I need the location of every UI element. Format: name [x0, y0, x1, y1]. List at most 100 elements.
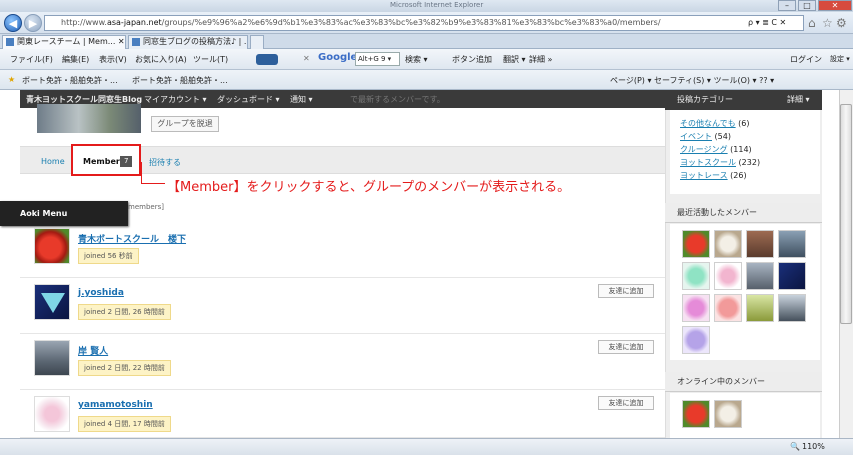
address-controls[interactable]: ρ ▾ ≣ C ✕	[745, 18, 790, 27]
status-bar: 🔍 110%	[0, 438, 853, 455]
member-name[interactable]: 岸 賢人	[78, 344, 108, 357]
add-friend-button[interactable]: 友達に追加	[598, 340, 654, 354]
login-button[interactable]: ログイン	[790, 54, 822, 65]
add-friend-button[interactable]: 友達に追加	[598, 284, 654, 298]
address-domain: asa-japan.net	[106, 18, 162, 27]
more-button[interactable]: 詳細 »	[529, 54, 552, 65]
member-avatar[interactable]	[34, 396, 70, 432]
member-thumbnail[interactable]	[778, 230, 806, 258]
google-search-input[interactable]: Alt+G 9 ▾	[355, 52, 400, 66]
member-thumbnail[interactable]	[746, 294, 774, 322]
member-joined: joined 56 秒前	[78, 248, 139, 264]
command-bar-menus[interactable]: ページ(P) ▾ セーフティ(S) ▾ ツール(O) ▾ ?? ▾	[610, 75, 774, 86]
add-friend-button[interactable]: 友達に追加	[598, 396, 654, 410]
callout-text: 【Member】をクリックすると、グループのメンバーが表示される。	[167, 180, 571, 195]
settings-button[interactable]: 設定 ▾	[830, 54, 850, 64]
member-thumbnail[interactable]	[682, 400, 710, 428]
member-row: 青木ボートスクール 楼下 joined 56 秒前	[20, 222, 665, 278]
category-item[interactable]: ヨットスクール (232)	[680, 157, 760, 168]
member-thumbnail[interactable]	[714, 400, 742, 428]
member-thumbnail[interactable]	[746, 262, 774, 290]
forward-icon[interactable]: ▶	[24, 14, 42, 32]
minimize-button[interactable]: –	[778, 0, 796, 11]
new-tab-button[interactable]	[250, 35, 264, 49]
close-toolbar-icon[interactable]: ✕	[303, 54, 310, 63]
categories-title: 投稿カテゴリー	[677, 95, 733, 104]
category-link[interactable]: クルージング	[680, 145, 728, 154]
member-joined: joined 2 日間, 22 時間前	[78, 360, 171, 376]
member-name[interactable]: 青木ボートスクール 楼下	[78, 232, 186, 245]
member-name[interactable]: yamamotoshin	[78, 400, 153, 410]
favorites-star-icon[interactable]: ★	[8, 75, 15, 84]
member-thumbnail[interactable]	[778, 294, 806, 322]
members-tab[interactable]: Members 7	[71, 144, 141, 176]
address-bar[interactable]: http://www.asa-japan.net/groups/%e9%96%a…	[44, 15, 804, 31]
menu-file[interactable]: ファイル(F)	[10, 54, 53, 65]
translate-button[interactable]: 翻訳 ▾	[503, 54, 526, 65]
category-link[interactable]: その他なんでも	[680, 119, 736, 128]
category-item[interactable]: その他なんでも (6)	[680, 118, 750, 129]
maximize-button[interactable]: □	[798, 0, 816, 11]
callout-connector	[141, 162, 165, 184]
scrollbar-thumb[interactable]	[840, 104, 852, 324]
back-icon[interactable]: ◀	[4, 14, 22, 32]
member-thumbnail[interactable]	[714, 294, 742, 322]
category-item[interactable]: イベント (54)	[680, 131, 731, 142]
member-thumbnail[interactable]	[682, 262, 710, 290]
category-link[interactable]: ヨットレース	[680, 171, 728, 180]
category-count: (114)	[730, 145, 752, 154]
member-row: 岸 賢人 joined 2 日間, 22 時間前 友達に追加	[20, 334, 665, 390]
category-link[interactable]: イベント	[680, 132, 712, 141]
star-icon[interactable]: ☆	[822, 16, 833, 30]
favorite-link-2[interactable]: ボート免許・船舶免許・...	[132, 75, 228, 86]
member-avatar[interactable]	[34, 228, 70, 264]
member-avatar[interactable]	[34, 284, 70, 320]
window-title: Microsoft Internet Explorer	[390, 1, 484, 9]
member-name[interactable]: j.yoshida	[78, 288, 124, 298]
triangle-icon	[41, 293, 65, 313]
window-titlebar: Microsoft Internet Explorer – □ ✕	[0, 0, 853, 12]
tab-label: 関東レースチーム | Mem... ✕	[17, 37, 125, 46]
member-row: j.yoshida joined 2 日間, 26 時間前 友達に追加	[20, 278, 665, 334]
menu-bar: ファイル(F) 編集(E) 表示(V) お気に入り(A) ツール(T) ✕ Go…	[0, 49, 853, 70]
member-thumbnail[interactable]	[682, 294, 710, 322]
favorite-link-1[interactable]: ボート免許・船舶免許・...	[22, 75, 118, 86]
home-link[interactable]: Home	[41, 157, 65, 166]
member-thumbnail[interactable]	[746, 230, 774, 258]
category-item[interactable]: クルージング (114)	[680, 144, 752, 155]
zoom-level[interactable]: 110%	[802, 442, 825, 451]
address-row: ◀ ▶ http://www.asa-japan.net/groups/%e9%…	[0, 12, 853, 34]
menu-favorites[interactable]: お気に入り(A)	[135, 54, 187, 65]
dashboard-menu[interactable]: ダッシュボード ▾	[217, 94, 280, 105]
categories-detail-button[interactable]: 詳細 ▾	[787, 90, 810, 110]
close-window-button[interactable]: ✕	[818, 0, 852, 11]
member-thumbnail[interactable]	[714, 262, 742, 290]
category-item[interactable]: ヨットレース (26)	[680, 170, 747, 181]
toolbar-icon[interactable]	[256, 54, 278, 65]
notifications-menu[interactable]: 通知 ▾	[290, 94, 313, 105]
tab-label: 同窓生ブログの投稿方法♪ | ...	[143, 37, 248, 46]
zoom-icon[interactable]: 🔍	[790, 442, 800, 451]
category-count: (54)	[714, 132, 731, 141]
menu-tools[interactable]: ツール(T)	[193, 54, 228, 65]
leave-group-button[interactable]: グループを脱退	[151, 116, 219, 132]
tab-blog-howto[interactable]: 同窓生ブログの投稿方法♪ | ...	[128, 35, 248, 49]
category-link[interactable]: ヨットスクール	[680, 158, 736, 167]
add-button[interactable]: ボタン追加	[452, 54, 492, 65]
page-icon	[6, 38, 14, 46]
members-tab-label: Members	[83, 157, 125, 166]
google-logo: Google	[318, 52, 358, 63]
member-thumbnail[interactable]	[778, 262, 806, 290]
home-icon[interactable]: ⌂	[808, 16, 816, 30]
menu-view[interactable]: 表示(V)	[99, 54, 127, 65]
online-members-panel	[670, 393, 820, 438]
member-thumbnail[interactable]	[682, 326, 710, 354]
gear-icon[interactable]: ⚙	[836, 16, 847, 30]
menu-edit[interactable]: 編集(E)	[62, 54, 89, 65]
member-thumbnail[interactable]	[714, 230, 742, 258]
member-thumbnail[interactable]	[682, 230, 710, 258]
tab-members[interactable]: 関東レースチーム | Mem... ✕	[2, 35, 126, 49]
member-avatar[interactable]	[34, 340, 70, 376]
my-account-menu[interactable]: マイアカウント ▾	[144, 94, 207, 105]
google-search-button[interactable]: 検索 ▾	[405, 54, 428, 65]
